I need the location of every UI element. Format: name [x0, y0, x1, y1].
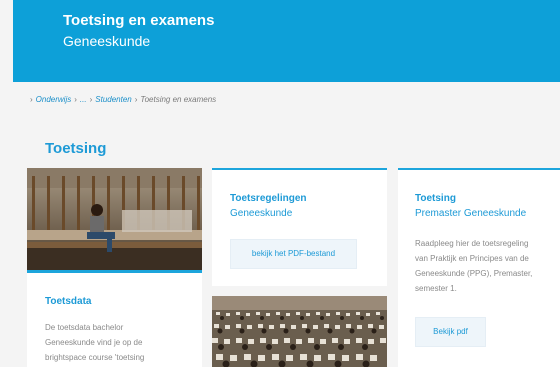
- card-body: De toetsdata bachelor Geneeskunde vind j…: [45, 320, 144, 365]
- card-exam-hall[interactable]: [212, 296, 387, 367]
- chevron-right-icon: ›: [134, 95, 138, 104]
- card-subtitle: Premaster Geneeskunde: [415, 208, 527, 219]
- body-line: De toetsdata bachelor: [45, 323, 124, 332]
- card-body: Raadpleeg hier de toetsregeling van Prak…: [415, 236, 532, 296]
- card-title[interactable]: Toetsregelingen: [230, 193, 307, 204]
- header-subtitle: Geneeskunde: [63, 33, 151, 49]
- body-line: van Praktijk en Principes van de: [415, 254, 529, 263]
- chevron-right-icon: ›: [30, 95, 33, 104]
- section-title: Toetsing: [45, 140, 107, 157]
- chevron-right-icon: ›: [89, 95, 93, 104]
- breadcrumb-current: Toetsing en examens: [140, 95, 217, 104]
- student-photo: [27, 168, 202, 273]
- card-toetsing-premaster: Toetsing Premaster Geneeskunde Raadpleeg…: [398, 168, 560, 367]
- body-line: brightspace course 'toetsing: [45, 353, 145, 362]
- body-line: Geneeskunde (PPG), Premaster,: [415, 269, 533, 278]
- body-line: Geneeskunde vind je op de: [45, 338, 143, 347]
- card-toetsdata[interactable]: Toetsdata De toetsdata bachelor Geneesku…: [27, 168, 202, 367]
- card-title[interactable]: Toetsdata: [45, 296, 92, 307]
- body-line: semester 1.: [415, 284, 457, 293]
- breadcrumb: › Onderwijs ›... › Studenten › Toetsing en exa…: [27, 95, 216, 104]
- header-title: Toetsing en examens: [63, 12, 215, 29]
- chevron-right-icon: ›: [74, 95, 77, 104]
- card-title[interactable]: Toetsing: [415, 193, 456, 204]
- view-pdf-button[interactable]: bekijk het PDF-bestand: [230, 239, 357, 269]
- breadcrumb-link-studenten[interactable]: Studenten: [95, 95, 131, 104]
- page-header: Toetsing en examens Geneeskunde: [13, 0, 560, 82]
- breadcrumb-link-onderwijs[interactable]: Onderwijs: [36, 95, 72, 104]
- view-pdf-button[interactable]: Bekijk pdf: [415, 317, 486, 347]
- exam-hall-photo: [212, 296, 387, 367]
- body-line: Raadpleeg hier de toetsregeling: [415, 239, 529, 248]
- card-subtitle: Geneeskunde: [230, 208, 293, 219]
- card-toetsregelingen: Toetsregelingen Geneeskunde bekijk het P…: [212, 168, 387, 286]
- breadcrumb-ellipsis[interactable]: ...: [80, 95, 87, 104]
